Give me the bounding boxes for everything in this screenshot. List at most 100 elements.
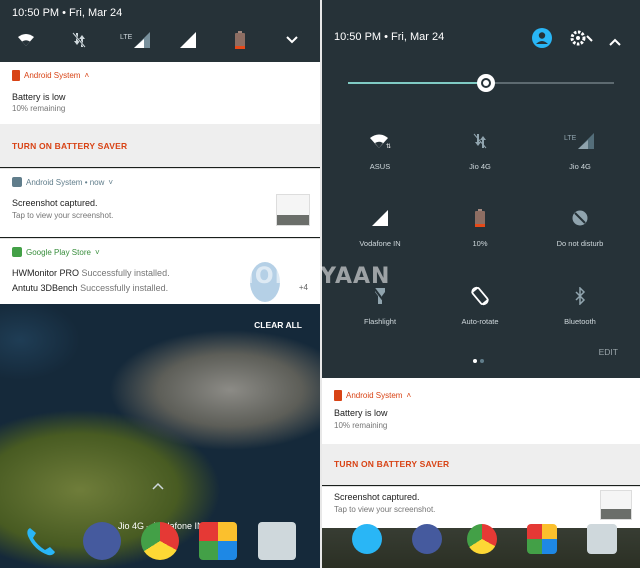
tile-label: Bluetooth — [564, 317, 596, 326]
tile-label: Do not disturb — [556, 239, 604, 248]
tile-flashlight[interactable]: Flashlight — [330, 285, 430, 326]
home-dock — [0, 504, 320, 568]
svg-text:LTE: LTE — [564, 135, 577, 142]
messages-icon[interactable] — [412, 524, 442, 554]
battery-icon — [469, 207, 491, 229]
auto-rotate-icon — [469, 285, 491, 307]
no-data-icon[interactable] — [67, 28, 91, 52]
photos-icon[interactable] — [527, 524, 557, 554]
image-icon — [12, 177, 22, 187]
chrome-icon[interactable] — [467, 524, 497, 554]
battery-saver-button[interactable]: TURN ON BATTERY SAVER — [12, 141, 127, 151]
battery-low-notification[interactable]: Android System ˄ Battery is low 10% rema… — [0, 62, 320, 167]
brightness-fill — [348, 82, 487, 84]
tile-lte[interactable]: LTE Jio 4G — [530, 130, 630, 171]
chevron-up-icon[interactable]: ˄ — [84, 71, 89, 80]
signal-icon[interactable] — [176, 28, 200, 52]
bluetooth-icon — [569, 285, 591, 307]
chevron-up-icon[interactable]: ˄ — [406, 391, 411, 400]
tile-do-not-disturb[interactable]: Do not disturb — [530, 207, 630, 248]
lte-signal-icon: LTE — [564, 130, 596, 152]
tile-auto-rotate[interactable]: Auto-rotate — [430, 285, 530, 326]
app-title: HWMonitor PRO — [12, 268, 80, 278]
home-dock — [322, 524, 640, 568]
wifi-icon: ⇅ — [369, 130, 391, 152]
quick-settings-panel: 10:50 PM • Fri, Mar 24 ⇅ ASUS Jio 4G LTE — [322, 0, 640, 378]
svg-text:⇅: ⇅ — [386, 144, 391, 149]
tile-label: Flashlight — [363, 317, 397, 326]
page-dot-active[interactable] — [473, 359, 477, 363]
notification-app-header: Android System ˄ — [12, 70, 89, 81]
page-dot[interactable] — [480, 359, 484, 363]
edit-button[interactable]: EDIT — [599, 347, 618, 357]
install-item: Antutu 3DBench Successfully installed. — [12, 283, 168, 293]
chevron-up-icon[interactable] — [152, 482, 164, 490]
notification-subtitle: 10% remaining — [334, 421, 388, 430]
notification-app-header: Android System • now ˅ — [12, 177, 113, 187]
chevron-down-icon[interactable]: ˅ — [108, 178, 113, 187]
collapse-chevron-icon[interactable] — [609, 33, 621, 51]
brightness-icon[interactable] — [476, 73, 496, 93]
brightness-slider[interactable] — [348, 74, 614, 92]
tile-vodafone[interactable]: Vodafone IN — [330, 207, 430, 248]
phone-icon[interactable] — [22, 522, 60, 560]
quick-settings-row: LTE — [0, 28, 320, 54]
install-status: Successfully installed. — [81, 268, 170, 278]
status-bar: 10:50 PM • Fri, Mar 24 LTE — [0, 0, 320, 62]
notification-app-header: Android System ˄ — [334, 390, 411, 401]
play-store-icon — [12, 247, 22, 257]
lte-signal-icon[interactable]: LTE — [120, 28, 152, 52]
tile-label: Jio 4G — [569, 162, 591, 171]
app-name: Google Play Store — [26, 247, 91, 257]
tile-bluetooth[interactable]: Bluetooth — [530, 285, 630, 326]
tile-wifi[interactable]: ⇅ ASUS — [330, 130, 430, 171]
notification-title: Screenshot captured. — [334, 492, 420, 502]
account-icon[interactable] — [532, 28, 552, 48]
app-name: Android System — [346, 391, 403, 400]
screenshot-notification[interactable]: Android System • now ˅ Screenshot captur… — [0, 168, 320, 237]
tile-label: ASUS — [369, 162, 391, 171]
page-indicator — [473, 350, 487, 368]
screenshot-thumbnail[interactable] — [600, 490, 632, 520]
install-item: HWMonitor PRO Successfully installed. — [12, 268, 170, 278]
chevron-down-icon[interactable]: ˅ — [95, 248, 100, 257]
messages-icon[interactable] — [83, 522, 121, 560]
notification-subtitle: Tap to view your screenshot. — [12, 211, 114, 220]
install-status: Successfully installed. — [80, 283, 169, 293]
tile-mobile-data[interactable]: Jio 4G — [430, 130, 530, 171]
clear-all-button[interactable]: CLEAR ALL — [254, 320, 302, 330]
notification-app-header: Google Play Store ˅ — [12, 247, 100, 257]
do-not-disturb-icon — [569, 207, 591, 229]
battery-alert-icon — [334, 390, 342, 401]
tile-label: Auto-rotate — [461, 317, 499, 326]
notification-subtitle: Tap to view your screenshot. — [334, 505, 436, 514]
app-title: Antutu 3DBench — [12, 283, 78, 293]
tile-label: 10% — [472, 239, 488, 248]
tile-battery[interactable]: 10% — [430, 207, 530, 248]
photos-icon[interactable] — [199, 522, 237, 560]
expand-chevron-icon[interactable] — [280, 28, 304, 52]
status-time: 10:50 PM • Fri, Mar 24 — [12, 7, 123, 19]
notification-title: Battery is low — [12, 92, 66, 102]
wifi-icon[interactable] — [14, 28, 38, 52]
notification-action-bar: TURN ON BATTERY SAVER — [0, 124, 320, 167]
notification-action-bar: TURN ON BATTERY SAVER — [322, 444, 640, 485]
chrome-icon[interactable] — [141, 522, 179, 560]
app-name: Android System • now — [26, 177, 105, 187]
battery-icon[interactable] — [228, 28, 252, 52]
phone-icon[interactable] — [352, 524, 382, 554]
battery-low-notification[interactable]: Android System ˄ Battery is low 10% rema… — [322, 378, 640, 485]
signal-icon — [369, 207, 391, 229]
screenshot-notification[interactable]: Screenshot captured. Tap to view your sc… — [322, 486, 640, 528]
notification-title: Battery is low — [334, 408, 388, 418]
camera-icon[interactable] — [587, 524, 617, 554]
app-name: Android System — [24, 71, 81, 80]
battery-saver-button[interactable]: TURN ON BATTERY SAVER — [334, 459, 449, 469]
settings-gear-icon[interactable] — [568, 28, 594, 53]
no-data-icon — [469, 130, 491, 152]
status-time: 10:50 PM • Fri, Mar 24 — [334, 31, 445, 43]
camera-icon[interactable] — [258, 522, 296, 560]
notification-title: Screenshot captured. — [12, 198, 98, 208]
screenshot-thumbnail[interactable] — [276, 194, 310, 226]
battery-alert-icon — [12, 70, 20, 81]
